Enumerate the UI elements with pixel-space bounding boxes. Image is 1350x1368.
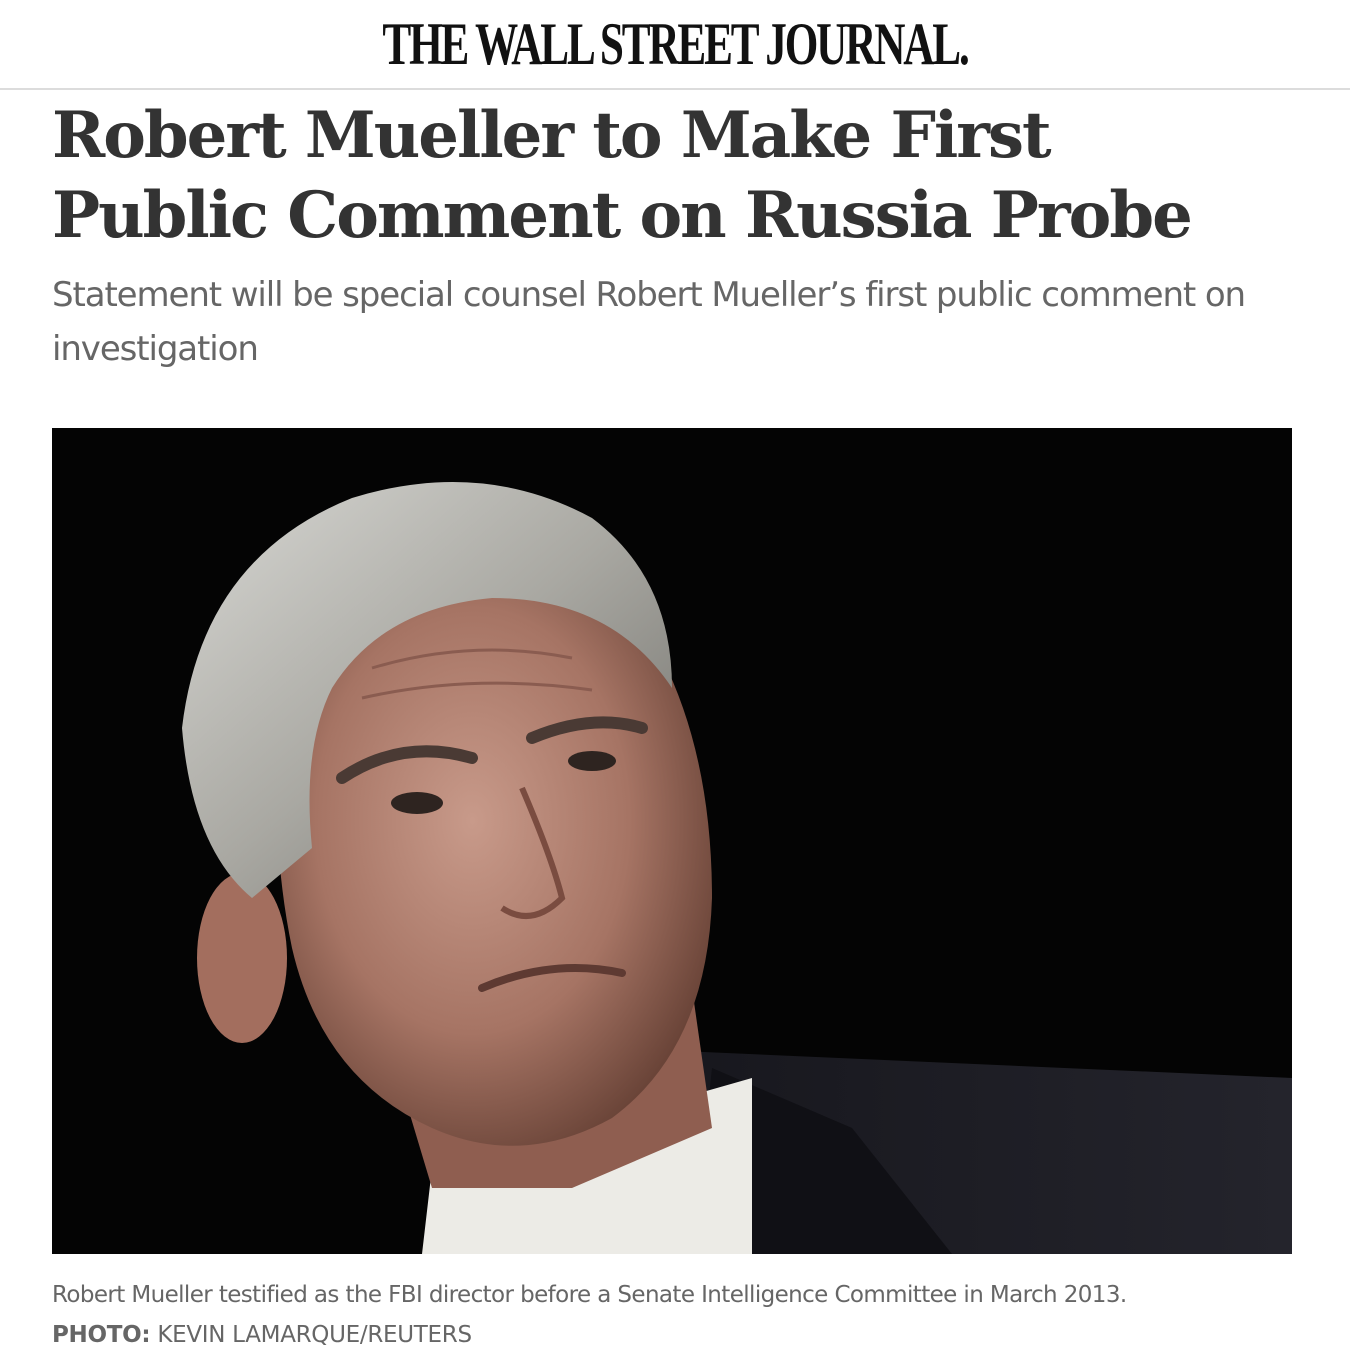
wsj-logo[interactable]: THE WALL STREET JOURNAL.: [189, 8, 1161, 80]
photo-caption: Robert Mueller testified as the FBI dire…: [52, 1282, 1127, 1308]
masthead: THE WALL STREET JOURNAL.: [0, 0, 1350, 90]
photo-credit: PHOTO: KEVIN LAMARQUE/REUTERS: [52, 1318, 1312, 1352]
article-dek: Statement will be special counsel Robert…: [52, 275, 1246, 369]
photo-credit-name: KEVIN LAMARQUE/REUTERS: [157, 1322, 472, 1348]
portrait-illustration: [52, 428, 1292, 1254]
photo-credit-label: PHOTO:: [52, 1322, 151, 1348]
article-headline: Robert Mueller to Make First Public Comm…: [52, 98, 1193, 253]
article-photo: [52, 428, 1292, 1254]
